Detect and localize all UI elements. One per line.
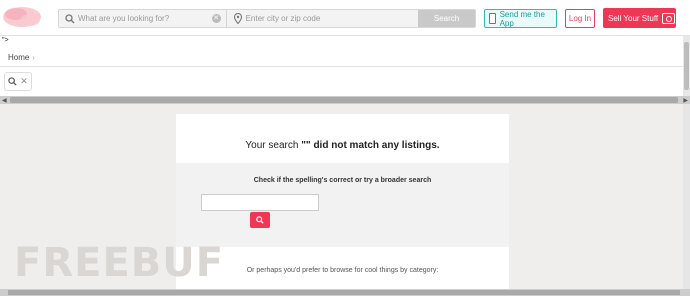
filter-bar: ✕: [0, 66, 690, 96]
page-vertical-scrollbar[interactable]: [683, 104, 690, 289]
no-results-prefix: Your search: [245, 140, 302, 151]
top-header: ✕ Search Send me the App Log In Sell You…: [0, 0, 690, 36]
search-icon: [256, 216, 264, 224]
phone-icon: [489, 13, 496, 24]
retry-search-input[interactable]: [201, 194, 319, 211]
search-filter-chip[interactable]: ✕: [4, 72, 32, 91]
search-icon: [62, 13, 78, 24]
sell-label: Sell Your Stuff: [608, 13, 659, 23]
location-input[interactable]: [245, 14, 366, 23]
search-bar: ✕ Search: [58, 9, 476, 28]
breadcrumb-home[interactable]: Home: [8, 53, 29, 62]
clear-search-icon[interactable]: ✕: [211, 14, 221, 23]
send-app-button[interactable]: Send me the App: [484, 9, 557, 28]
search-button[interactable]: Search: [418, 10, 475, 27]
breadcrumb: Home ›: [8, 53, 35, 62]
scrollbar-thumb[interactable]: [10, 97, 678, 103]
search-icon: [8, 77, 17, 86]
no-results-query: "" did not match any listings.: [301, 140, 440, 151]
sell-button[interactable]: Sell Your Stuff: [603, 8, 676, 28]
scroll-right-icon[interactable]: ▶: [683, 97, 688, 104]
brand-logo[interactable]: [2, 4, 44, 30]
camera-icon: [662, 12, 676, 24]
inner-vertical-scrollbar[interactable]: [683, 36, 690, 98]
send-app-label: Send me the App: [499, 9, 545, 28]
horizontal-scrollbar[interactable]: ◀ ▶: [0, 96, 690, 104]
retry-search-button[interactable]: [250, 212, 270, 228]
bottom-horizontal-scrollbar[interactable]: [0, 289, 690, 296]
retry-panel: Check if the spelling's correct or try a…: [176, 163, 509, 247]
stray-text: ">: [2, 37, 9, 44]
login-button[interactable]: Log In: [565, 9, 595, 28]
browse-categories-text: Or perhaps you'd prefer to browse for co…: [246, 267, 439, 274]
no-results-card: Your search "" did not match any listing…: [176, 114, 509, 296]
spelling-hint: Check if the spelling's correct or try a…: [253, 177, 432, 184]
breadcrumb-separator: ›: [32, 55, 35, 62]
location-search-group: [226, 10, 419, 27]
keyword-search-input[interactable]: [78, 14, 198, 23]
no-results-message: Your search "" did not match any listing…: [176, 140, 509, 151]
breadcrumb-bar: Home ›: [0, 35, 690, 66]
watermark: FREEBUF: [14, 240, 225, 286]
location-pin-icon: [230, 13, 246, 24]
close-icon[interactable]: ✕: [20, 76, 28, 87]
keyword-search-group: ✕: [59, 10, 227, 27]
scroll-left-icon[interactable]: ◀: [2, 97, 7, 104]
